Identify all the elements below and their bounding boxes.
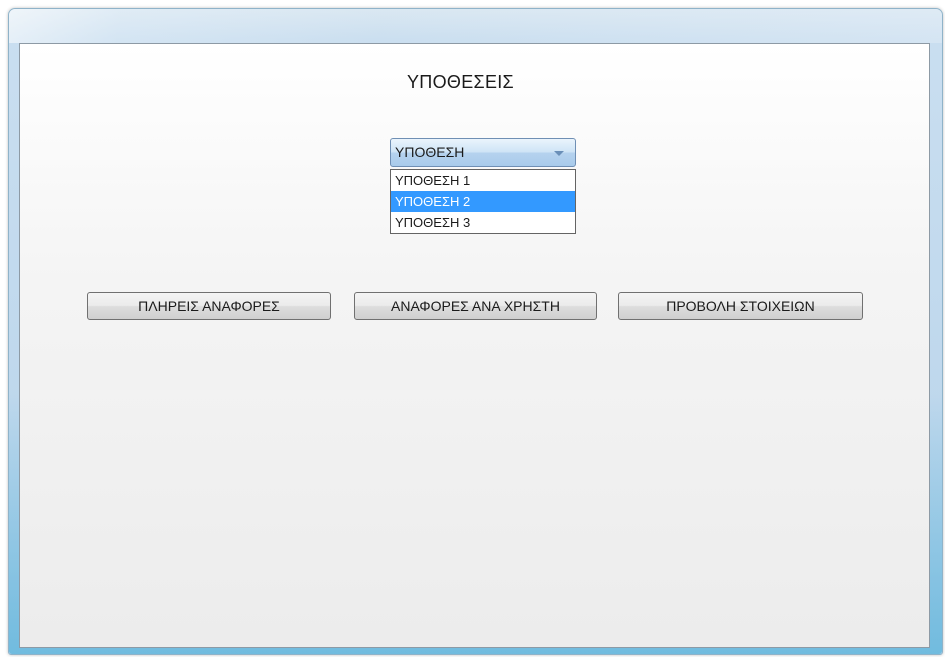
case-option-2[interactable]: ΥΠΟΘΕΣΗ 2	[391, 191, 575, 212]
page-title: ΥΠΟΘΕΣΕΙΣ	[407, 72, 514, 92]
chevron-down-icon	[554, 151, 564, 156]
case-option-3[interactable]: ΥΠΟΘΕΣΗ 3	[391, 212, 575, 233]
reports-per-user-button[interactable]: ΑΝΑΦΟΡΕΣ ΑΝΑ ΧΡΗΣΤΗ	[354, 292, 597, 320]
case-option-1[interactable]: ΥΠΟΘΕΣΗ 1	[391, 170, 575, 191]
case-select[interactable]: ΥΠΟΘΕΣΗ	[390, 138, 576, 167]
case-dropdown-list: ΥΠΟΘΕΣΗ 1 ΥΠΟΘΕΣΗ 2 ΥΠΟΘΕΣΗ 3	[390, 169, 576, 234]
full-reports-button[interactable]: ΠΛΗΡΕΙΣ ΑΝΑΦΟΡΕΣ	[87, 292, 331, 320]
main-panel: ΥΠΟΘΕΣΕΙΣ ΥΠΟΘΕΣΗ ΥΠΟΘΕΣΗ 1 ΥΠΟΘΕΣΗ 2 ΥΠ…	[19, 43, 930, 648]
window-titlebar[interactable]	[9, 9, 942, 43]
view-details-button[interactable]: ΠΡΟΒΟΛΗ ΣΤΟΙΧΕΙΩΝ	[618, 292, 863, 320]
case-select-value: ΥΠΟΘΕΣΗ	[395, 144, 465, 160]
